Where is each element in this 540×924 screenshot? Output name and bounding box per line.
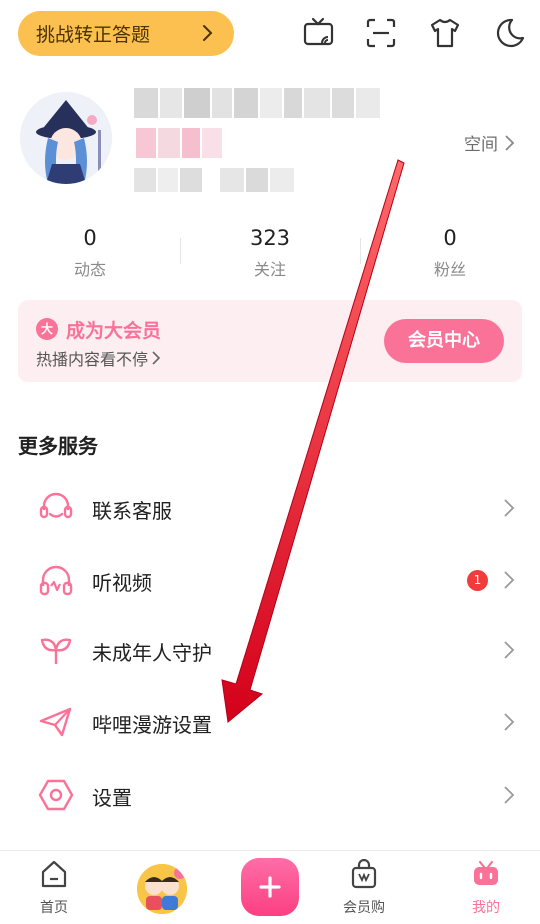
menu-item-label: 未成年人守护 — [92, 641, 212, 665]
space-label: 空间 — [464, 135, 498, 155]
plus-icon — [259, 876, 281, 898]
vip-title: 成为大会员 — [66, 320, 162, 342]
username-redacted — [134, 88, 380, 118]
activity-avatar[interactable] — [137, 864, 187, 914]
nav-vip-shop[interactable]: 会员购 — [319, 851, 409, 924]
nav-home[interactable]: 首页 — [9, 851, 99, 924]
challenge-quiz-button[interactable]: 挑战转正答题 — [18, 11, 234, 56]
stat-following[interactable]: 323 关注 — [180, 226, 360, 280]
tv-cast-icon[interactable] — [302, 16, 336, 50]
stat-label: 关注 — [253, 260, 286, 279]
gear-icon — [38, 779, 74, 811]
shopping-bag-icon — [351, 859, 377, 889]
menu-item-roaming-settings[interactable]: 哔哩漫游设置 — [0, 692, 540, 752]
vip-badge-icon: 大 — [36, 318, 58, 340]
menu-item-label: 哔哩漫游设置 — [92, 713, 212, 737]
moon-icon[interactable] — [492, 16, 526, 50]
stat-label: 动态 — [73, 260, 106, 279]
level-tag-redacted — [136, 128, 222, 158]
space-link[interactable]: 空间 — [464, 130, 516, 155]
vip-subtitle-text: 热播内容看不停 — [36, 350, 149, 369]
chevron-right-icon — [504, 499, 515, 517]
section-title: 更多服务 — [18, 434, 98, 458]
avatar[interactable] — [20, 92, 112, 184]
menu-item-minor-guard[interactable]: 未成年人守护 — [0, 620, 540, 680]
vip-center-button[interactable]: 会员中心 — [384, 319, 504, 363]
stat-label: 粉丝 — [433, 260, 466, 279]
chevron-right-icon — [504, 713, 515, 731]
chevron-right-icon — [504, 786, 515, 804]
cartoon-characters-icon — [137, 864, 187, 914]
chevron-right-icon — [504, 571, 515, 589]
challenge-quiz-label: 挑战转正答题 — [36, 24, 151, 46]
bilibili-tv-icon — [474, 860, 498, 885]
menu-item-label: 设置 — [92, 786, 132, 810]
chevron-right-icon — [203, 25, 213, 41]
upload-add-button[interactable] — [241, 858, 299, 916]
stat-dynamics[interactable]: 0 动态 — [0, 226, 180, 280]
menu-item-listen-video[interactable]: 听视频 1 — [0, 550, 540, 610]
nav-label: 我的 — [472, 900, 500, 916]
home-icon — [41, 860, 67, 888]
paper-plane-icon — [39, 707, 72, 737]
avatar-image — [20, 92, 112, 184]
headphones-icon — [39, 565, 73, 596]
stat-value: 0 — [443, 226, 457, 250]
menu-item-settings[interactable]: 设置 — [0, 765, 540, 825]
chevron-right-icon — [505, 134, 515, 151]
nav-label: 首页 — [40, 900, 68, 916]
headset-icon — [39, 492, 73, 519]
notification-badge: 1 — [467, 570, 488, 591]
menu-item-label: 联系客服 — [92, 499, 172, 523]
top-bar: 挑战转正答题 — [0, 0, 540, 70]
nav-mine[interactable]: 我的 — [441, 851, 531, 924]
vip-banner[interactable]: 大 成为大会员 热播内容看不停 会员中心 — [18, 300, 522, 382]
sprout-icon — [40, 638, 72, 664]
user-info-redacted — [134, 168, 294, 192]
tshirt-icon[interactable] — [428, 16, 462, 50]
menu-item-customer-service[interactable]: 联系客服 — [0, 478, 540, 538]
scan-icon[interactable] — [364, 16, 398, 50]
stat-value: 0 — [83, 226, 97, 250]
chevron-right-icon — [152, 351, 161, 365]
stat-value: 323 — [249, 226, 291, 250]
menu-item-label: 听视频 — [92, 571, 152, 595]
stat-fans[interactable]: 0 粉丝 — [360, 226, 540, 280]
nav-label: 会员购 — [343, 900, 385, 916]
vip-subtitle: 热播内容看不停 — [36, 346, 161, 370]
chevron-right-icon — [504, 641, 515, 659]
